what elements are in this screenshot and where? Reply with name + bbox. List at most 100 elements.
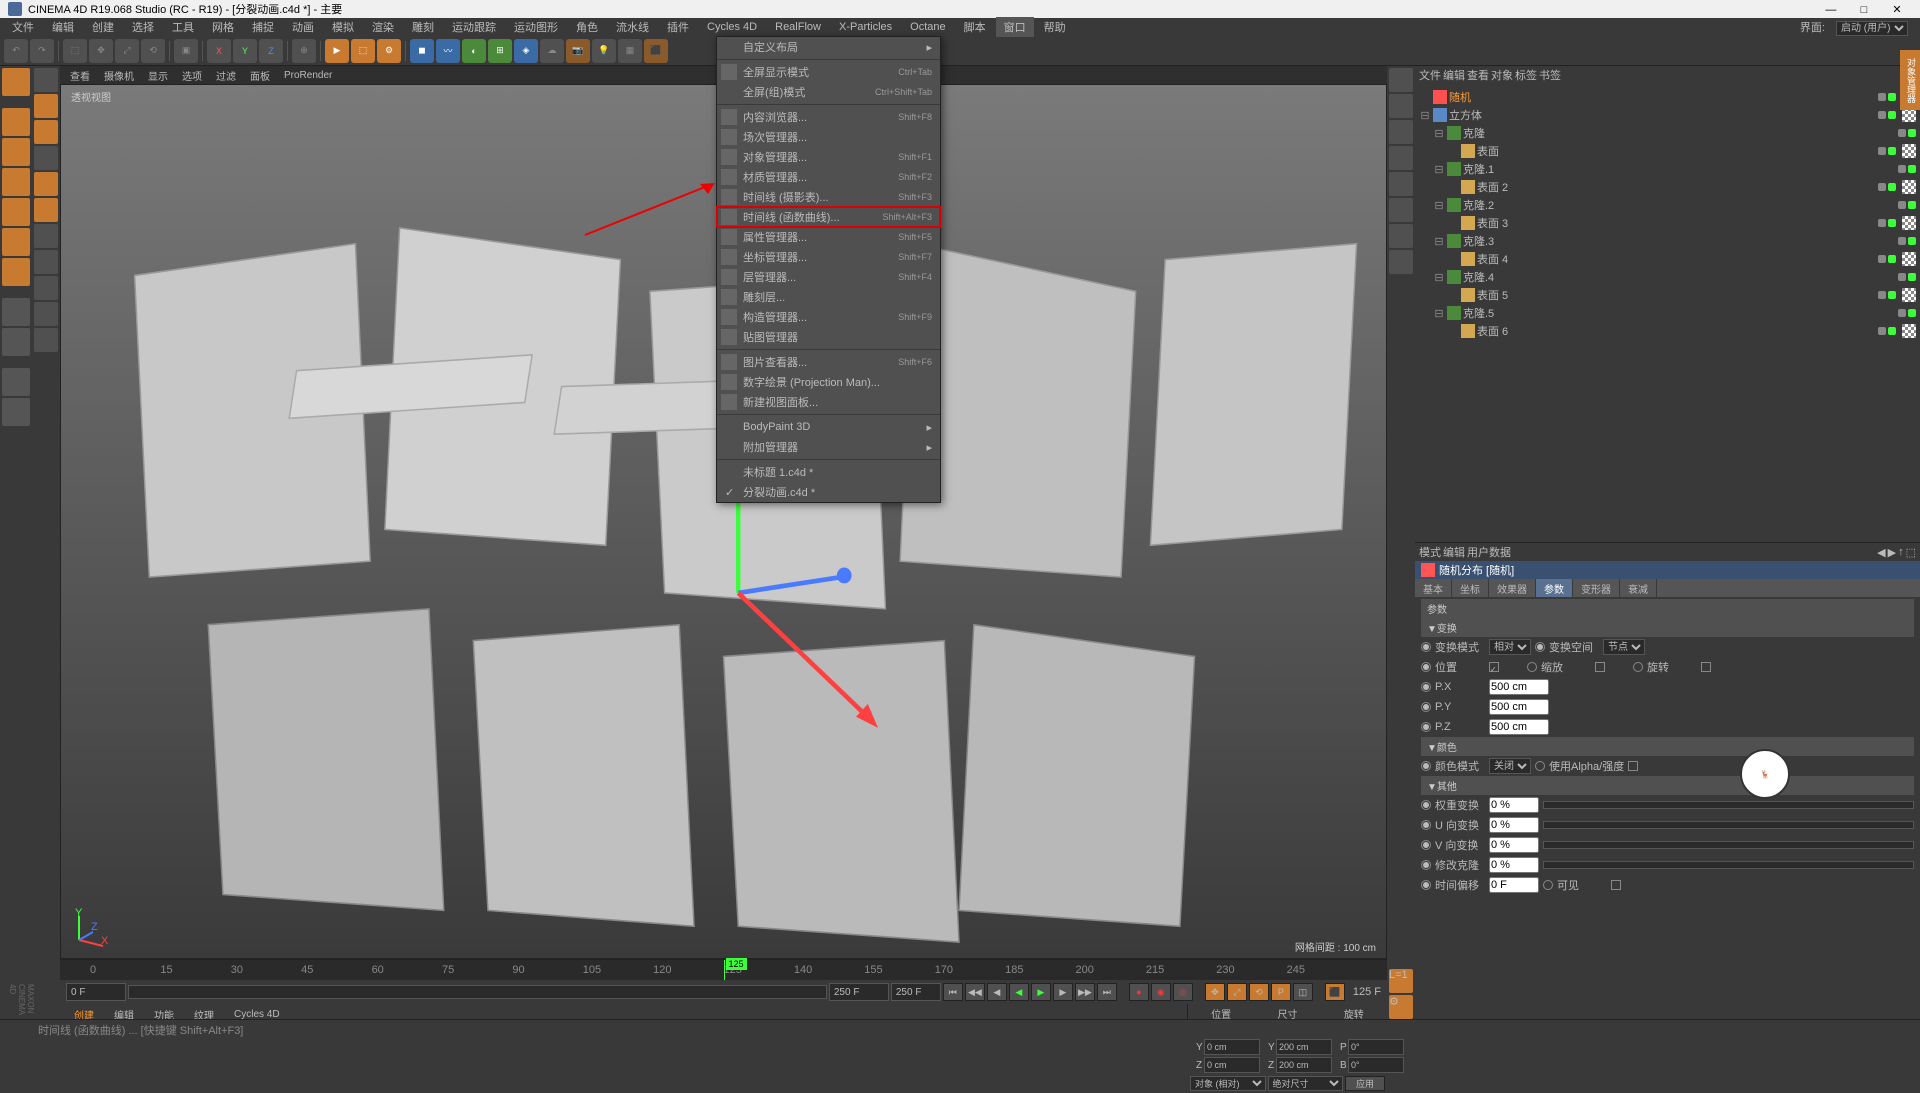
menu-Cycles 4D[interactable]: Cycles 4D: [699, 19, 765, 35]
am-tab-基本[interactable]: 基本: [1415, 579, 1452, 597]
menu-item-全屏(组)模式[interactable]: 全屏(组)模式Ctrl+Shift+Tab: [717, 82, 940, 102]
am-nav-up[interactable]: ↑: [1898, 546, 1904, 558]
u-input[interactable]: [1489, 817, 1539, 833]
time-input[interactable]: [1489, 877, 1539, 893]
menu-插件[interactable]: 插件: [659, 17, 697, 37]
tree-item-克隆[interactable]: ⊟克隆: [1419, 124, 1916, 142]
right-vertical-tab[interactable]: 对象管理器: [1900, 50, 1920, 110]
ri-8[interactable]: [1389, 250, 1413, 274]
am-nav-back[interactable]: ◀: [1877, 546, 1885, 559]
ri-5[interactable]: [1389, 172, 1413, 196]
menu-item-属性管理器...[interactable]: 属性管理器...Shift+F5: [717, 227, 940, 247]
am-tab-衰减[interactable]: 衰减: [1620, 579, 1657, 597]
pz-input[interactable]: [1489, 719, 1549, 735]
environment-tool[interactable]: ☁: [540, 39, 564, 63]
lock-toggle[interactable]: [2, 368, 30, 396]
tree-item-表面 5[interactable]: 表面 5: [1419, 286, 1916, 304]
rotate-tool[interactable]: ⟲: [141, 39, 165, 63]
menu-item-坐标管理器...[interactable]: 坐标管理器...Shift+F7: [717, 247, 940, 267]
deformer-tool[interactable]: ◈: [514, 39, 538, 63]
menu-创建[interactable]: 创建: [84, 17, 122, 37]
tc-5[interactable]: [34, 172, 58, 196]
object-tree[interactable]: 随机⊟立方体⊟克隆表面⊟克隆.1表面 2⊟克隆.2表面 3⊟克隆.3表面 4⊟克…: [1415, 84, 1920, 542]
layout-select[interactable]: 启动 (用户): [1836, 21, 1908, 36]
am-tab-变形器[interactable]: 变形器: [1573, 579, 1620, 597]
menu-item-雕刻层...[interactable]: 雕刻层...: [717, 287, 940, 307]
menu-帮助[interactable]: 帮助: [1036, 17, 1074, 37]
texture-tag-icon[interactable]: [1902, 108, 1916, 122]
px-input[interactable]: [1489, 679, 1549, 695]
menu-item-材质管理器...[interactable]: 材质管理器...Shift+F2: [717, 167, 940, 187]
vp-menu-显示[interactable]: 显示: [142, 66, 174, 85]
z-lock[interactable]: Z: [259, 39, 283, 63]
menu-item-时间线 (摄影表)...[interactable]: 时间线 (摄影表)...Shift+F3: [717, 187, 940, 207]
scale-radio[interactable]: [1527, 662, 1537, 672]
timeline-cursor[interactable]: [724, 960, 725, 980]
render-view[interactable]: ▶: [325, 39, 349, 63]
y-lock[interactable]: Y: [233, 39, 257, 63]
texture-mode[interactable]: [2, 138, 30, 166]
light-tool[interactable]: 💡: [592, 39, 616, 63]
tc-8[interactable]: [34, 250, 58, 274]
tree-item-克隆.1[interactable]: ⊟克隆.1: [1419, 160, 1916, 178]
frame-total[interactable]: [891, 983, 941, 1001]
menu-item-新建视图面板...[interactable]: 新建视图面板...: [717, 392, 940, 412]
viewport-solo[interactable]: [2, 398, 30, 426]
transform-space-select[interactable]: 节点: [1603, 639, 1645, 655]
rot-key[interactable]: ⟲: [1249, 983, 1269, 1001]
vp-menu-ProRender[interactable]: ProRender: [278, 68, 338, 83]
vp-menu-查看[interactable]: 查看: [64, 66, 96, 85]
coord-apply[interactable]: 应用: [1345, 1076, 1385, 1091]
render-settings[interactable]: ⚙: [377, 39, 401, 63]
frame-start[interactable]: [66, 983, 126, 1001]
goto-start[interactable]: ⏮: [943, 983, 963, 1001]
section-color[interactable]: ▼颜色: [1421, 737, 1914, 756]
misc-tool-2[interactable]: ⬛: [644, 39, 668, 63]
keyframe-sel[interactable]: ◎: [1173, 983, 1193, 1001]
polygon-mode[interactable]: [2, 258, 30, 286]
tc-1[interactable]: [34, 68, 58, 92]
ri-7[interactable]: [1389, 224, 1413, 248]
menu-捕捉[interactable]: 捕捉: [244, 17, 282, 37]
vp-menu-过滤[interactable]: 过滤: [210, 66, 242, 85]
menu-雕刻[interactable]: 雕刻: [404, 17, 442, 37]
am-tab-坐标[interactable]: 坐标: [1452, 579, 1489, 597]
menu-item-贴图管理器[interactable]: 贴图管理器: [717, 327, 940, 347]
misc-tool-1[interactable]: ▦: [618, 39, 642, 63]
ri-4[interactable]: [1389, 146, 1413, 170]
tree-item-立方体[interactable]: ⊟立方体: [1419, 106, 1916, 124]
tree-item-克隆.3[interactable]: ⊟克隆.3: [1419, 232, 1916, 250]
tree-item-克隆.4[interactable]: ⊟克隆.4: [1419, 268, 1916, 286]
section-transform[interactable]: ▼变换: [1421, 618, 1914, 637]
menu-item-构造管理器...[interactable]: 构造管理器...Shift+F9: [717, 307, 940, 327]
transform-mode-radio[interactable]: [1421, 642, 1431, 652]
menu-文件[interactable]: 文件: [4, 17, 42, 37]
next-key[interactable]: ▶▶: [1075, 983, 1095, 1001]
menu-item-对象管理器...[interactable]: 对象管理器...Shift+F1: [717, 147, 940, 167]
render-region[interactable]: ⬚: [351, 39, 375, 63]
ri-gear[interactable]: ⚙: [1389, 995, 1413, 1019]
edge-mode[interactable]: [2, 228, 30, 256]
am-nav-fwd[interactable]: ▶: [1888, 546, 1896, 559]
workplane-mode[interactable]: [2, 168, 30, 196]
om-menu-标签[interactable]: 标签: [1515, 67, 1537, 83]
am-menu-用户数据[interactable]: 用户数据: [1467, 544, 1511, 560]
menu-item-未标题 1.c4d *[interactable]: 未标题 1.c4d *: [717, 462, 940, 482]
py-input[interactable]: [1489, 699, 1549, 715]
prev-frame[interactable]: ◀: [987, 983, 1007, 1001]
ri-1[interactable]: [1389, 68, 1413, 92]
timeline-slider[interactable]: [128, 985, 827, 999]
tree-item-克隆.2[interactable]: ⊟克隆.2: [1419, 196, 1916, 214]
tc-6[interactable]: [34, 198, 58, 222]
tree-item-随机[interactable]: 随机: [1419, 88, 1916, 106]
am-menu-模式[interactable]: 模式: [1419, 544, 1441, 560]
menu-item-层管理器...[interactable]: 层管理器...Shift+F4: [717, 267, 940, 287]
rotate-radio[interactable]: [1633, 662, 1643, 672]
tree-item-克隆.5[interactable]: ⊟克隆.5: [1419, 304, 1916, 322]
tree-item-表面 3[interactable]: 表面 3: [1419, 214, 1916, 232]
redo-button[interactable]: ↷: [30, 39, 54, 63]
select-tool[interactable]: ⬚: [63, 39, 87, 63]
am-tab-参数[interactable]: 参数: [1536, 579, 1573, 597]
tc-10[interactable]: [34, 302, 58, 326]
menu-Octane[interactable]: Octane: [902, 19, 953, 35]
